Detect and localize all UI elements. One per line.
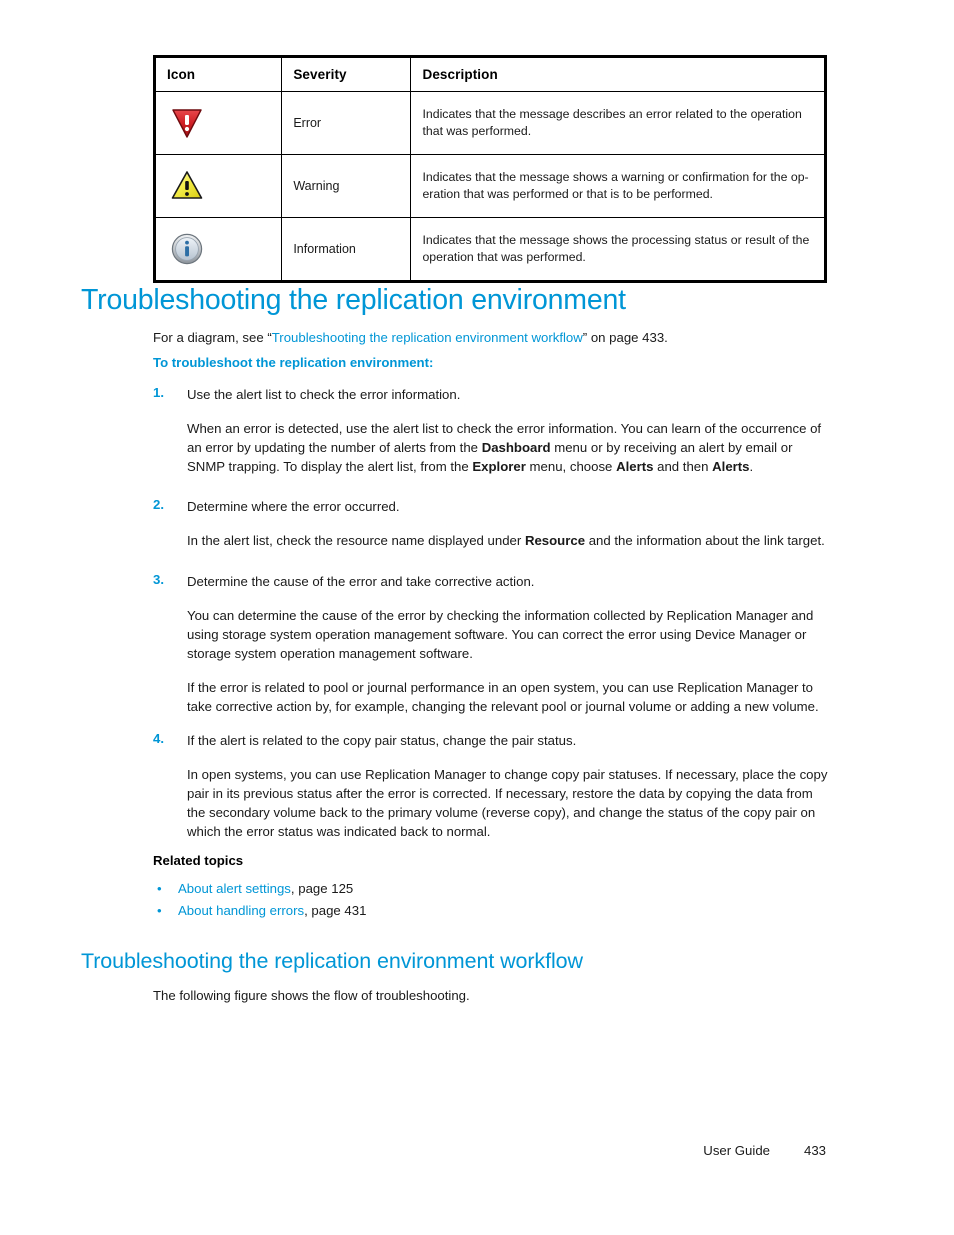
step-number: 1. [153,385,164,400]
footer-label: User Guide [703,1143,770,1158]
bold-term-alerts-2: Alerts [712,459,750,474]
table-row: Error Indicates that the message describ… [153,91,826,155]
information-circle-icon [171,233,203,265]
severity-icon-cell [153,217,283,282]
intro-prefix: For a diagram, see “ [153,330,272,345]
column-header-icon: Icon [153,56,283,92]
bold-term-dashboard: Dashboard [481,440,551,455]
severity-icon-cell [153,154,283,218]
step-text: In the alert list, check the resource na… [187,533,525,548]
severity-label: Error [281,91,412,155]
column-header-description: Description [410,56,826,92]
severity-description: Indicates that the message shows a warni… [410,154,826,218]
intro-suffix: ” on page 433. [582,330,668,345]
bold-term-explorer: Explorer [472,459,526,474]
page-title: Troubleshooting the replication environm… [81,284,626,316]
section-title-workflow: Troubleshooting the replication environm… [81,949,583,973]
related-page-ref: , page 431 [304,902,367,918]
related-page-ref: , page 125 [290,881,354,896]
related-link-handling-errors[interactable]: About handling errors [178,903,304,918]
procedure-step: 1. Use the alert list to check the error… [153,385,828,476]
table-header-row: Icon Severity Description [153,56,826,92]
table-row: Information Indicates that the message s… [153,217,826,282]
procedure-heading: To troubleshoot the replication environm… [153,355,434,370]
list-item: • About handling errors, page 431 [153,900,828,922]
bold-term-resource: Resource [524,533,586,548]
severity-description: Indicates that the message describes an … [410,91,826,155]
step-body: When an error is detected, use the alert… [187,419,828,476]
severity-legend-table: Icon Severity Description Error Indicate… [153,55,827,283]
column-header-severity: Severity [281,56,412,92]
bold-term-alerts-1: Alerts [616,459,654,474]
error-triangle-icon [172,109,202,138]
procedure-step: 4. If the alert is related to the copy p… [153,731,828,841]
severity-icon-cell [153,91,283,155]
step-title: Determine the cause of the error and tak… [187,574,535,589]
related-topics-heading: Related topics [153,853,244,868]
step-title: Use the alert list to check the error in… [187,387,461,402]
step-number: 2. [153,497,164,512]
step-body: If the error is related to pool or journ… [187,680,819,714]
step-body: In the alert list, check the resource na… [187,531,828,550]
page-footer: User Guide 433 [0,1143,954,1158]
severity-label: Information [281,217,412,282]
procedure-step: 3. Determine the cause of the error and … [153,572,828,716]
step-title: Determine where the error occurred. [187,499,400,514]
step-title: If the alert is related to the copy pair… [187,733,577,748]
step-body: In open systems, you can use Replication… [187,767,828,839]
step-text: . [749,459,754,474]
step-number: 3. [153,572,164,587]
table-row: Warning Indicates that the message shows… [153,154,826,218]
step-text: menu, choose [525,459,617,474]
related-link-alert-settings[interactable]: About alert settings [178,881,291,896]
bullet-icon: • [157,881,162,896]
warning-triangle-icon [171,171,203,199]
intro-cross-reference-link[interactable]: Troubleshooting the replication environm… [272,330,583,345]
step-body: You can determine the cause of the error… [187,608,814,661]
bullet-icon: • [157,902,162,918]
severity-description: Indicates that the message shows the pro… [410,217,826,282]
footer-page-number: 433 [803,1143,826,1158]
severity-label: Warning [281,154,412,218]
step-text: and the information about the link targe… [585,533,825,548]
procedure-step: 2. Determine where the error occurred. I… [153,497,828,550]
list-item: • About alert settings, page 125 [153,878,828,900]
step-number: 4. [153,731,164,746]
step-text: and then [653,459,713,474]
intro-paragraph: For a diagram, see “Troubleshooting the … [153,328,828,347]
workflow-intro-paragraph: The following figure shows the flow of t… [153,988,470,1003]
